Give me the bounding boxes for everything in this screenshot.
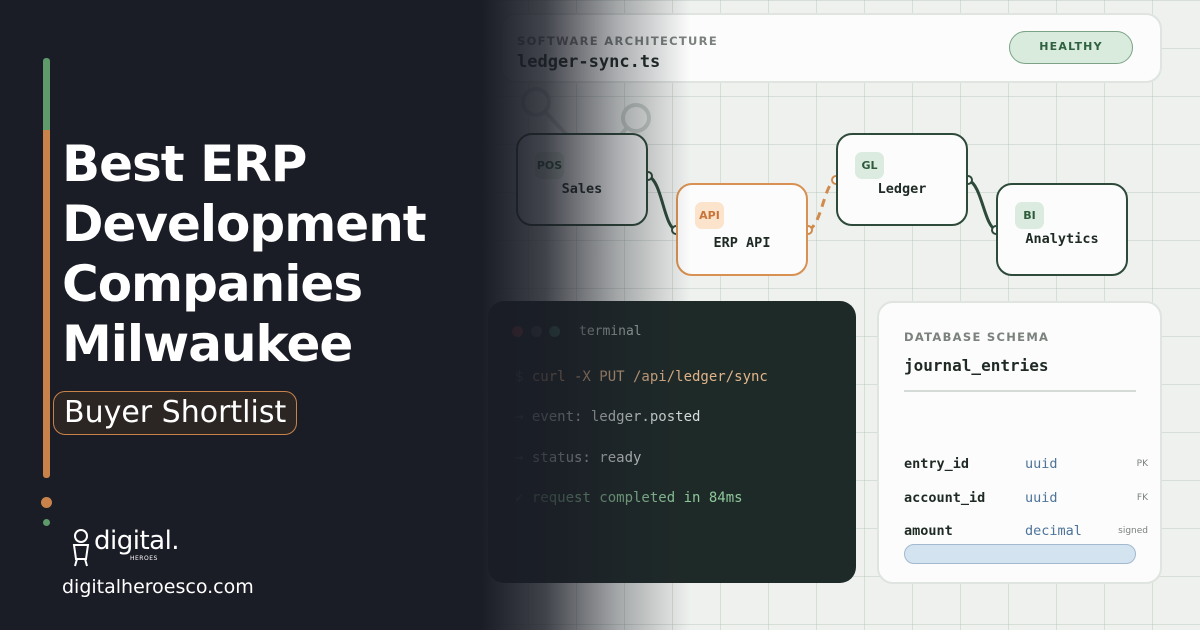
command-text: curl -X PUT /api/ledger/sync: [531, 369, 768, 385]
node-badge: POS: [535, 152, 564, 179]
accent-dot-green: [43, 519, 50, 526]
logo-subtext: HEROES: [130, 555, 158, 562]
logo-wordmark: digital.: [94, 526, 180, 556]
output-text: status: ready: [531, 450, 642, 466]
section-label: DATABASE SCHEMA: [904, 330, 1050, 344]
connector-sales-api: [647, 174, 677, 232]
terminal-line: $ curl -X PUT /api/ledger/sync: [515, 369, 768, 385]
schema-row[interactable]: account_id uuid FK: [904, 490, 1148, 510]
column-type: uuid: [1025, 456, 1058, 472]
column-name: amount: [904, 523, 953, 539]
column-key: FK: [1136, 493, 1148, 503]
database-schema-card: DATABASE SCHEMA journal_entries entry_id…: [877, 301, 1162, 584]
column-name: entry_id: [904, 456, 970, 472]
node-sales[interactable]: POS Sales: [516, 133, 648, 226]
check-icon: ✓: [515, 490, 532, 506]
divider: [904, 390, 1136, 392]
column-type: uuid: [1025, 490, 1058, 506]
close-dot-icon[interactable]: [512, 326, 523, 337]
accent-bar-green: [43, 58, 50, 130]
website-url[interactable]: digitalheroesco.com: [62, 576, 254, 598]
node-badge: API: [695, 202, 724, 229]
hero-mascot-icon: [72, 529, 90, 567]
column-name: account_id: [904, 490, 986, 506]
schema-highlight-bar: [904, 544, 1136, 564]
node-label: Sales: [561, 181, 603, 197]
terminal-window: terminal $ curl -X PUT /api/ledger/sync …: [488, 301, 856, 583]
output-text: event: ledger.posted: [531, 409, 701, 425]
minimize-dot-icon[interactable]: [531, 326, 542, 337]
headline-line: Best ERP: [62, 135, 307, 193]
node-ledger[interactable]: GL Ledger: [836, 133, 968, 226]
maximize-dot-icon[interactable]: [549, 326, 560, 337]
table-name: journal_entries: [904, 356, 1049, 375]
column-type: decimal: [1025, 523, 1082, 539]
schema-row[interactable]: amount decimal signed: [904, 523, 1148, 543]
column-key: signed: [1118, 526, 1148, 536]
headline-line: Milwaukee: [62, 315, 353, 373]
node-analytics[interactable]: BI Analytics: [996, 183, 1128, 276]
terminal-line: ✓ request completed in 84ms: [515, 490, 743, 506]
headline: Best ERP Development Companies Milwaukee: [62, 134, 427, 374]
arrow-icon: →: [515, 450, 532, 466]
terminal-title: terminal: [579, 324, 642, 339]
terminal-line: → event: ledger.posted: [515, 409, 700, 425]
arrow-icon: →: [515, 409, 532, 425]
accent-dot-orange: [41, 497, 52, 508]
prompt-symbol: $: [515, 369, 532, 385]
node-label: Ledger: [877, 181, 927, 197]
accent-bar-orange: [43, 130, 50, 478]
node-badge: BI: [1015, 202, 1044, 229]
headline-line: Development: [62, 195, 427, 253]
column-key: PK: [1136, 459, 1148, 469]
connector-api-ledger: [807, 178, 837, 232]
terminal-line: → status: ready: [515, 450, 641, 466]
node-erp-api[interactable]: API ERP API: [676, 183, 808, 276]
schema-row[interactable]: entry_id uuid PK: [904, 456, 1148, 476]
node-label: ERP API: [713, 235, 771, 251]
headline-line: Companies: [62, 255, 363, 313]
node-badge: GL: [855, 152, 884, 179]
brand-logo[interactable]: digital. HEROES: [70, 526, 180, 567]
node-label: Analytics: [1025, 231, 1099, 247]
connector-ledger-analytics: [967, 178, 997, 232]
output-text: request completed in 84ms: [531, 490, 743, 506]
buyer-shortlist-tag: Buyer Shortlist: [53, 391, 298, 435]
